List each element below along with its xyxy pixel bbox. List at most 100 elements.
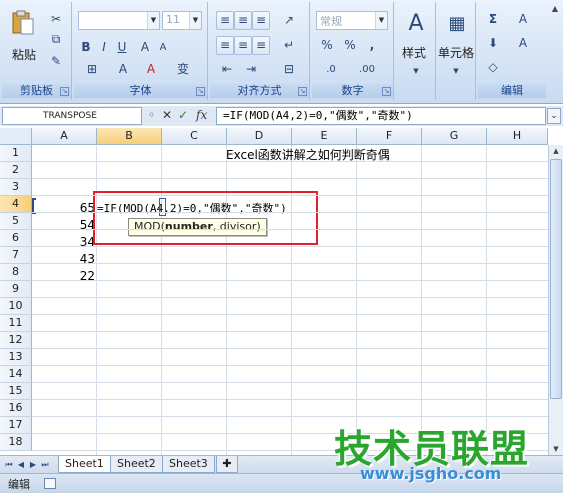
vertical-scrollbar[interactable]: ▲ ▼ (548, 145, 563, 455)
cancel-icon[interactable]: ✕ (162, 108, 172, 122)
sort-filter-button[interactable]: A (510, 10, 536, 29)
cell-a8[interactable]: 22 (33, 268, 95, 285)
sheet-tab-sheet1[interactable]: Sheet1 (58, 456, 111, 473)
row-header[interactable]: 2 (0, 162, 32, 179)
styles-icon[interactable]: A (400, 8, 432, 42)
select-all-corner[interactable] (0, 128, 32, 145)
chevron-down-icon[interactable]: ▼ (189, 12, 201, 29)
cells-icon[interactable]: ▦ (444, 8, 470, 42)
number-format-combo[interactable]: 常规 ▼ (316, 11, 388, 30)
scroll-down-icon[interactable]: ▼ (550, 443, 562, 455)
sheet-tab-sheet2[interactable]: Sheet2 (110, 456, 163, 473)
orientation-icon[interactable]: ↗ (274, 11, 304, 30)
insert-sheet-icon[interactable]: ✚ (216, 456, 238, 473)
bold-button[interactable]: B (78, 38, 94, 57)
name-box[interactable]: TRANSPOSE (2, 107, 142, 125)
number-launcher-icon[interactable]: ↘ (382, 87, 391, 96)
row-header[interactable]: 17 (0, 417, 32, 434)
worksheet-grid[interactable]: A B C D E F G H Excel函数讲解之如何判断奇偶 65 54 3… (0, 128, 563, 455)
underline-button[interactable]: U (114, 38, 130, 57)
chevron-down-icon[interactable]: ▼ (448, 62, 464, 81)
cell-a6[interactable]: 34 (33, 234, 95, 251)
column-header[interactable]: B (97, 128, 162, 145)
font-name-combo[interactable]: ▼ (78, 11, 160, 30)
row-header[interactable]: 10 (0, 298, 32, 315)
borders-icon[interactable]: ⊞ (78, 60, 106, 79)
row-header[interactable]: 5 (0, 213, 32, 230)
copy-icon[interactable]: ⧉ (46, 30, 66, 49)
autosum-button[interactable]: Σ (482, 10, 504, 29)
cut-icon[interactable]: ✂ (46, 10, 66, 29)
alignment-launcher-icon[interactable]: ↘ (298, 87, 307, 96)
macro-record-icon[interactable] (44, 478, 56, 489)
scroll-up-arrow-icon[interactable]: ▲ (549, 4, 561, 16)
chevron-down-icon[interactable]: ▼ (147, 12, 159, 29)
increase-indent-icon[interactable]: ⇥ (240, 60, 262, 79)
row-header[interactable]: 9 (0, 281, 32, 298)
scroll-up-icon[interactable]: ▲ (550, 145, 562, 157)
currency-button[interactable]: % (316, 36, 338, 55)
merge-center-icon[interactable]: ⊟ (274, 60, 304, 79)
row-header[interactable]: 12 (0, 332, 32, 349)
cell-a5[interactable]: 54 (33, 217, 95, 234)
styles-label[interactable]: 样式 (402, 44, 426, 61)
row-header[interactable]: 11 (0, 315, 32, 332)
scroll-thumb[interactable] (550, 159, 562, 399)
phonetic-button[interactable]: 变 (168, 60, 198, 79)
comma-button[interactable]: , (362, 36, 382, 55)
row-header[interactable]: 14 (0, 366, 32, 383)
row-header[interactable]: 6 (0, 230, 32, 247)
formula-input[interactable]: =IF(MOD(A4,2)=0,"偶数","奇数") (216, 107, 546, 125)
row-header[interactable]: 7 (0, 247, 32, 264)
last-sheet-icon[interactable]: ⏭ (40, 458, 50, 471)
sheet-tab-sheet3[interactable]: Sheet3 (162, 456, 215, 473)
percent-button[interactable]: % (340, 36, 360, 55)
font-size-combo[interactable]: 11 ▼ (162, 11, 202, 30)
column-header[interactable]: G (422, 128, 487, 145)
shrink-font-button[interactable]: A (154, 38, 172, 57)
first-sheet-icon[interactable]: ⏮ (4, 458, 14, 471)
column-header[interactable]: E (292, 128, 357, 145)
column-header[interactable]: A (32, 128, 97, 145)
fx-icon[interactable]: fx (196, 108, 207, 122)
cell-a7[interactable]: 43 (33, 251, 95, 268)
chevron-down-icon[interactable]: ▼ (375, 12, 387, 29)
fill-color-button[interactable]: A (110, 60, 136, 79)
fill-icon[interactable]: ⬇ (482, 34, 504, 53)
expand-formula-bar-icon[interactable]: ⌄ (547, 108, 561, 124)
cell-a4[interactable]: 65 (33, 200, 95, 217)
row-header[interactable]: 8 (0, 264, 32, 281)
wrap-text-icon[interactable]: ↵ (274, 36, 304, 55)
row-header[interactable]: 4 (0, 196, 32, 213)
clear-icon[interactable]: ◇ (482, 58, 504, 77)
clipboard-launcher-icon[interactable]: ↘ (60, 87, 69, 96)
column-header[interactable]: H (487, 128, 548, 145)
row-header[interactable]: 15 (0, 383, 32, 400)
row-header[interactable]: 16 (0, 400, 32, 417)
row-header[interactable]: 18 (0, 434, 32, 451)
align-middle-icon[interactable]: ≡ (234, 11, 252, 30)
next-sheet-icon[interactable]: ▶ (28, 458, 38, 471)
row-header[interactable]: 3 (0, 179, 32, 196)
decrease-decimal-button[interactable]: .00 (350, 60, 384, 79)
column-header[interactable]: C (162, 128, 227, 145)
align-center-icon[interactable]: ≡ (234, 36, 252, 55)
font-color-button[interactable]: A (138, 60, 164, 79)
find-select-button[interactable]: A (510, 34, 536, 53)
enter-icon[interactable]: ✓ (178, 108, 188, 122)
column-header[interactable]: D (227, 128, 292, 145)
align-bottom-icon[interactable]: ≡ (252, 11, 270, 30)
prev-sheet-icon[interactable]: ◀ (16, 458, 26, 471)
align-right-icon[interactable]: ≡ (252, 36, 270, 55)
row-header[interactable]: 1 (0, 145, 32, 162)
align-left-icon[interactable]: ≡ (216, 36, 234, 55)
format-painter-icon[interactable]: ✎ (46, 52, 66, 71)
grow-font-button[interactable]: A (136, 38, 154, 57)
chevron-down-icon[interactable]: ▼ (408, 62, 424, 81)
align-top-icon[interactable]: ≡ (216, 11, 234, 30)
increase-decimal-button[interactable]: .0 (316, 60, 346, 79)
italic-button[interactable]: I (96, 38, 112, 57)
font-launcher-icon[interactable]: ↘ (196, 87, 205, 96)
decrease-indent-icon[interactable]: ⇤ (216, 60, 238, 79)
column-header[interactable]: F (357, 128, 422, 145)
